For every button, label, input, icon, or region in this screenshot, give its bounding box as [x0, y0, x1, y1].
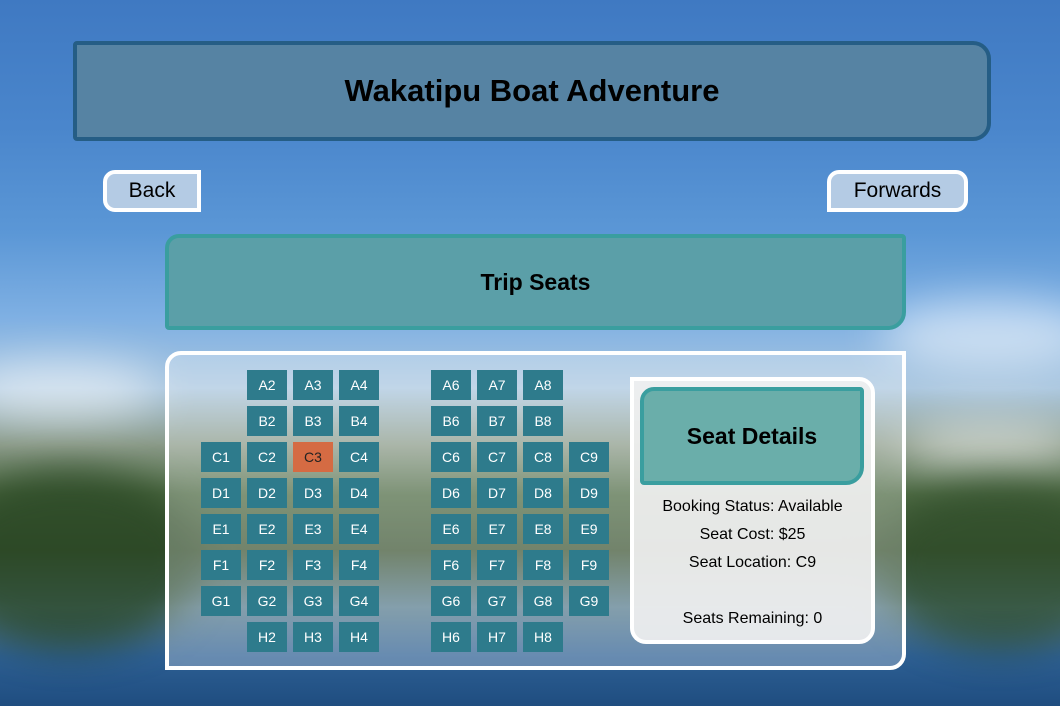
seat-e2[interactable]: E2	[247, 514, 287, 544]
seat-b4[interactable]: B4	[339, 406, 379, 436]
seat-d7[interactable]: D7	[477, 478, 517, 508]
seat-d2[interactable]: D2	[247, 478, 287, 508]
seat-c3[interactable]: C3	[293, 442, 333, 472]
trip-seats-title: Trip Seats	[480, 268, 591, 295]
seat-d9[interactable]: D9	[569, 478, 609, 508]
seat-h8[interactable]: H8	[523, 622, 563, 652]
seat-details-header: Seat Details	[640, 387, 864, 485]
seat-d3[interactable]: D3	[293, 478, 333, 508]
app-title: Wakatipu Boat Adventure	[344, 73, 720, 108]
seat-g3[interactable]: G3	[293, 586, 333, 616]
seat-f8[interactable]: F8	[523, 550, 563, 580]
seat-d6[interactable]: D6	[431, 478, 471, 508]
seat-g9[interactable]: G9	[569, 586, 609, 616]
seats-remaining-text: Seats Remaining: 0	[682, 610, 823, 627]
seat-g8[interactable]: G8	[523, 586, 563, 616]
seat-details-panel: Seat Details Booking Status: Available S…	[630, 377, 875, 644]
seat-b7[interactable]: B7	[477, 406, 517, 436]
seat-d1[interactable]: D1	[201, 478, 241, 508]
seat-b3[interactable]: B3	[293, 406, 333, 436]
seat-h7[interactable]: H7	[477, 622, 517, 652]
seat-d4[interactable]: D4	[339, 478, 379, 508]
back-button[interactable]: Back	[103, 170, 201, 212]
seat-e9[interactable]: E9	[569, 514, 609, 544]
seat-cost-text: Seat Cost: $25	[699, 526, 806, 543]
seat-g6[interactable]: G6	[431, 586, 471, 616]
seat-b2[interactable]: B2	[247, 406, 287, 436]
seat-f4[interactable]: F4	[339, 550, 379, 580]
seat-g1[interactable]: G1	[201, 586, 241, 616]
seat-a3[interactable]: A3	[293, 370, 333, 400]
seat-e7[interactable]: E7	[477, 514, 517, 544]
app-header: Wakatipu Boat Adventure	[73, 41, 991, 141]
seat-location-text: Seat Location: C9	[688, 554, 817, 571]
seat-e6[interactable]: E6	[431, 514, 471, 544]
seat-b8[interactable]: B8	[523, 406, 563, 436]
seat-c2[interactable]: C2	[247, 442, 287, 472]
seat-h6[interactable]: H6	[431, 622, 471, 652]
seat-a4[interactable]: A4	[339, 370, 379, 400]
seat-c4[interactable]: C4	[339, 442, 379, 472]
seat-h4[interactable]: H4	[339, 622, 379, 652]
seat-a8[interactable]: A8	[523, 370, 563, 400]
forwards-button[interactable]: Forwards	[827, 170, 968, 212]
seat-d8[interactable]: D8	[523, 478, 563, 508]
seat-f1[interactable]: F1	[201, 550, 241, 580]
seat-a2[interactable]: A2	[247, 370, 287, 400]
seat-b6[interactable]: B6	[431, 406, 471, 436]
seat-f9[interactable]: F9	[569, 550, 609, 580]
seat-h3[interactable]: H3	[293, 622, 333, 652]
seat-c1[interactable]: C1	[201, 442, 241, 472]
seat-c9[interactable]: C9	[569, 442, 609, 472]
seat-e3[interactable]: E3	[293, 514, 333, 544]
seat-f3[interactable]: F3	[293, 550, 333, 580]
seat-g2[interactable]: G2	[247, 586, 287, 616]
trip-seats-header: Trip Seats	[165, 234, 906, 330]
seat-e1[interactable]: E1	[201, 514, 241, 544]
seat-c7[interactable]: C7	[477, 442, 517, 472]
seat-f2[interactable]: F2	[247, 550, 287, 580]
seat-e4[interactable]: E4	[339, 514, 379, 544]
seat-c6[interactable]: C6	[431, 442, 471, 472]
booking-status-text: Booking Status: Available	[662, 498, 843, 515]
seat-h2[interactable]: H2	[247, 622, 287, 652]
seat-g4[interactable]: G4	[339, 586, 379, 616]
seat-a6[interactable]: A6	[431, 370, 471, 400]
seat-g7[interactable]: G7	[477, 586, 517, 616]
seat-f6[interactable]: F6	[431, 550, 471, 580]
seat-f7[interactable]: F7	[477, 550, 517, 580]
seat-e8[interactable]: E8	[523, 514, 563, 544]
seat-a7[interactable]: A7	[477, 370, 517, 400]
seat-details-title: Seat Details	[686, 422, 818, 449]
seat-c8[interactable]: C8	[523, 442, 563, 472]
